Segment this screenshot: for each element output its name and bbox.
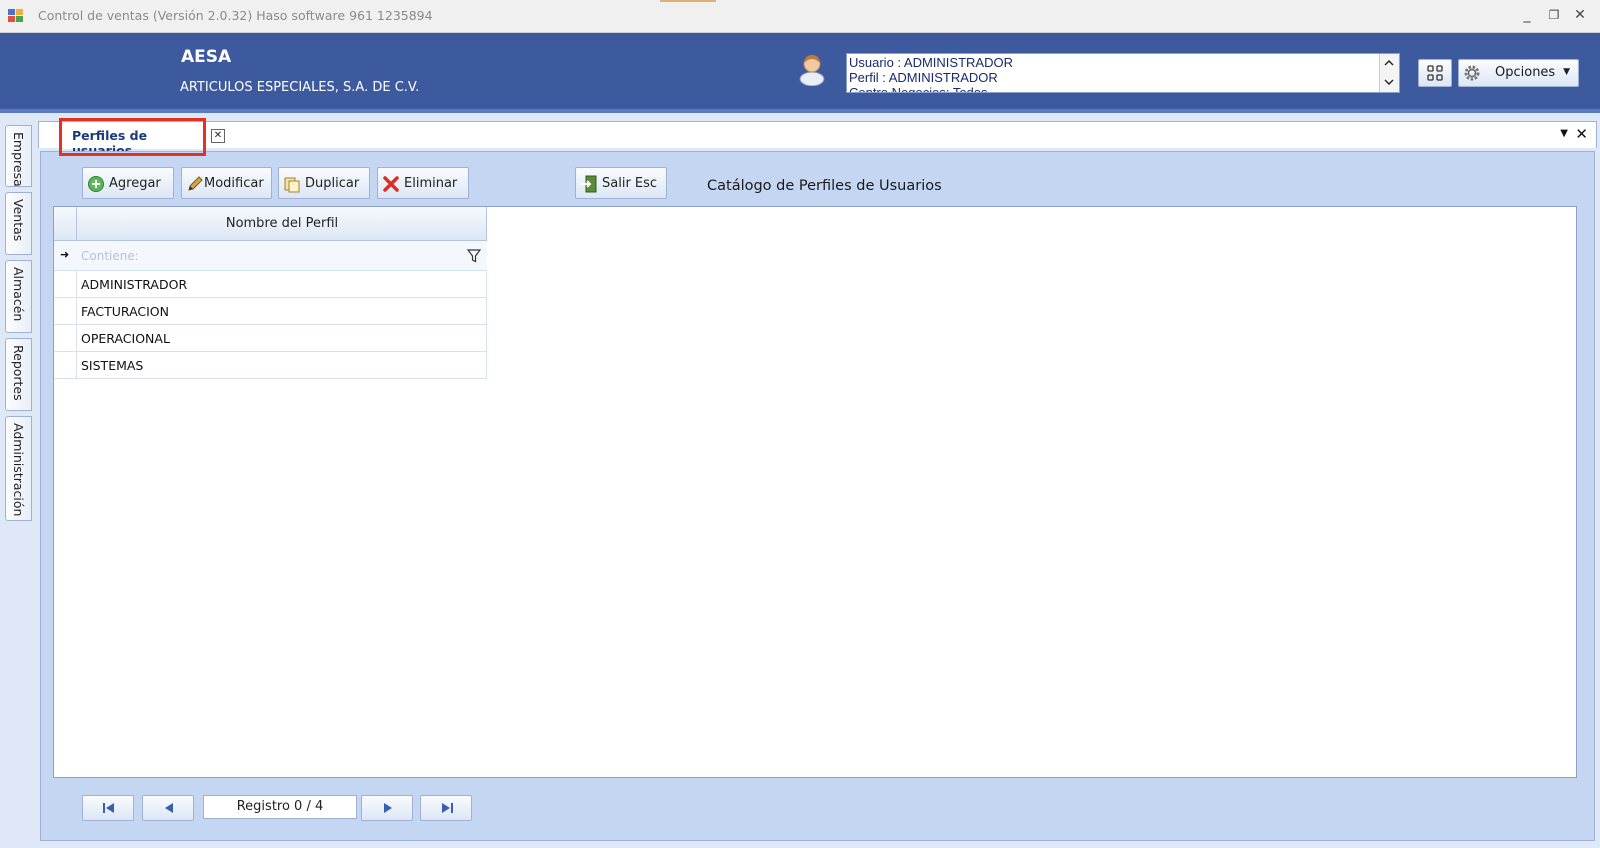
options-label: Opciones — [1495, 65, 1556, 80]
row-pointer-icon: ➜ — [60, 248, 70, 261]
pencil-icon — [188, 176, 203, 191]
add-icon — [88, 176, 104, 192]
chevron-up-icon[interactable] — [1383, 57, 1395, 69]
company-code: AESA — [181, 47, 232, 67]
user-avatar-icon — [799, 55, 825, 86]
record-counter: Registro 0 / 4 — [203, 795, 357, 819]
profile-name-cell: FACTURACION — [81, 304, 170, 319]
last-record-icon — [442, 803, 453, 813]
grid-filter-row[interactable]: ➜ Contiene: — [54, 241, 487, 271]
profile-name-cell: OPERACIONAL — [81, 331, 170, 346]
side-navigation: Empresa Ventas Almacén Reportes Administ… — [0, 117, 36, 848]
delete-label: Eliminar — [404, 176, 458, 191]
side-tab-ventas[interactable]: Ventas — [5, 192, 32, 255]
close-all-tabs-icon[interactable]: ✕ — [1575, 125, 1588, 143]
grid-header: Nombre del Perfil — [54, 207, 487, 241]
next-record-icon — [384, 803, 392, 813]
table-row[interactable]: OPERACIONAL — [54, 325, 487, 352]
titlebar-accent — [660, 0, 716, 2]
exit-door-icon — [581, 175, 597, 193]
window-titlebar: Control de ventas (Versión 2.0.32) Haso … — [0, 0, 1600, 33]
table-row[interactable]: SISTEMAS — [54, 352, 487, 379]
side-tab-reportes[interactable]: Reportes — [5, 338, 32, 411]
company-name: ARTICULOS ESPECIALES, S.A. DE C.V. — [180, 80, 420, 95]
duplicate-icon — [284, 177, 300, 193]
dropdown-arrow-icon: ▼ — [1563, 67, 1570, 77]
user-info-scrollbar[interactable] — [1379, 54, 1399, 92]
side-tab-label: Administración — [11, 423, 26, 517]
filter-input[interactable]: Contiene: — [81, 249, 139, 263]
catalog-title: Catálogo de Perfiles de Usuarios — [707, 178, 942, 194]
profile-name-cell: SISTEMAS — [81, 358, 144, 373]
app-icon — [8, 9, 23, 22]
tab-list-dropdown-icon[interactable]: ▼ — [1560, 128, 1568, 139]
add-button[interactable]: Agregar — [82, 167, 174, 199]
side-tab-empresa[interactable]: Empresa — [5, 125, 32, 187]
column-divider — [486, 271, 487, 379]
first-record-icon — [103, 803, 114, 813]
user-info-box[interactable]: Usuario : ADMINISTRADOR Perfil : ADMINIS… — [846, 53, 1400, 93]
side-tab-label: Empresa — [11, 132, 26, 187]
chevron-down-icon[interactable] — [1383, 76, 1395, 88]
user-info-line: Usuario : ADMINISTRADOR — [849, 55, 1013, 70]
row-indicator — [54, 271, 77, 298]
app-header: AESA ARTICULOS ESPECIALES, S.A. DE C.V. … — [0, 33, 1600, 113]
row-indicator-header — [54, 207, 77, 241]
options-button[interactable]: Opciones ▼ — [1458, 59, 1579, 87]
duplicate-button[interactable]: Duplicar — [278, 167, 370, 199]
exit-label: Salir Esc — [602, 176, 658, 191]
delete-button[interactable]: Eliminar — [377, 167, 469, 199]
add-label: Agregar — [109, 176, 161, 191]
document-tab-bar: Perfiles de usuarios ✕ ▼ ✕ — [38, 121, 1597, 158]
restore-button[interactable]: ❐ — [1543, 5, 1565, 25]
tab-close-icon[interactable]: ✕ — [211, 129, 225, 143]
column-header-nombre-perfil[interactable]: Nombre del Perfil — [78, 207, 487, 241]
filter-funnel-icon[interactable] — [467, 249, 481, 263]
delete-icon — [383, 176, 399, 192]
duplicate-label: Duplicar — [305, 176, 360, 191]
table-row[interactable]: FACTURACION — [54, 298, 487, 325]
row-indicator — [54, 298, 77, 325]
catalog-panel: Agregar Modificar Duplicar Eliminar Sali… — [40, 151, 1595, 841]
gear-icon — [1464, 65, 1480, 81]
apps-grid-button[interactable] — [1418, 59, 1452, 87]
previous-record-icon — [165, 803, 173, 813]
close-window-button[interactable]: ✕ — [1569, 5, 1591, 25]
last-record-button[interactable] — [420, 795, 472, 821]
next-record-button[interactable] — [361, 795, 413, 821]
document-area: Perfiles de usuarios ✕ ▼ ✕ Agregar Modif… — [36, 117, 1600, 848]
side-tab-label: Ventas — [11, 199, 26, 242]
grid-icon — [1427, 65, 1443, 81]
active-tab-highlight — [59, 118, 206, 156]
user-info-line: Perfil : ADMINISTRADOR — [849, 70, 998, 85]
window-title: Control de ventas (Versión 2.0.32) Haso … — [38, 8, 433, 23]
table-row[interactable]: ADMINISTRADOR — [54, 271, 487, 298]
modify-button[interactable]: Modificar — [181, 167, 272, 199]
exit-button[interactable]: Salir Esc — [575, 167, 667, 199]
row-indicator — [54, 325, 77, 352]
user-info-line: Centro Negocios: Todos — [849, 85, 988, 93]
profile-name-cell: ADMINISTRADOR — [81, 277, 188, 292]
row-indicator — [54, 352, 77, 379]
side-tab-administracion[interactable]: Administración — [5, 416, 32, 521]
side-tab-label: Almacén — [11, 267, 26, 322]
minimize-button[interactable]: _ — [1516, 5, 1538, 25]
modify-label: Modificar — [204, 176, 264, 191]
first-record-button[interactable] — [82, 795, 134, 821]
side-tab-almacen[interactable]: Almacén — [5, 260, 32, 333]
side-tab-label: Reportes — [11, 345, 26, 401]
previous-record-button[interactable] — [142, 795, 194, 821]
profiles-grid: Nombre del Perfil ➜ Contiene: ADMINISTRA… — [53, 206, 1577, 778]
